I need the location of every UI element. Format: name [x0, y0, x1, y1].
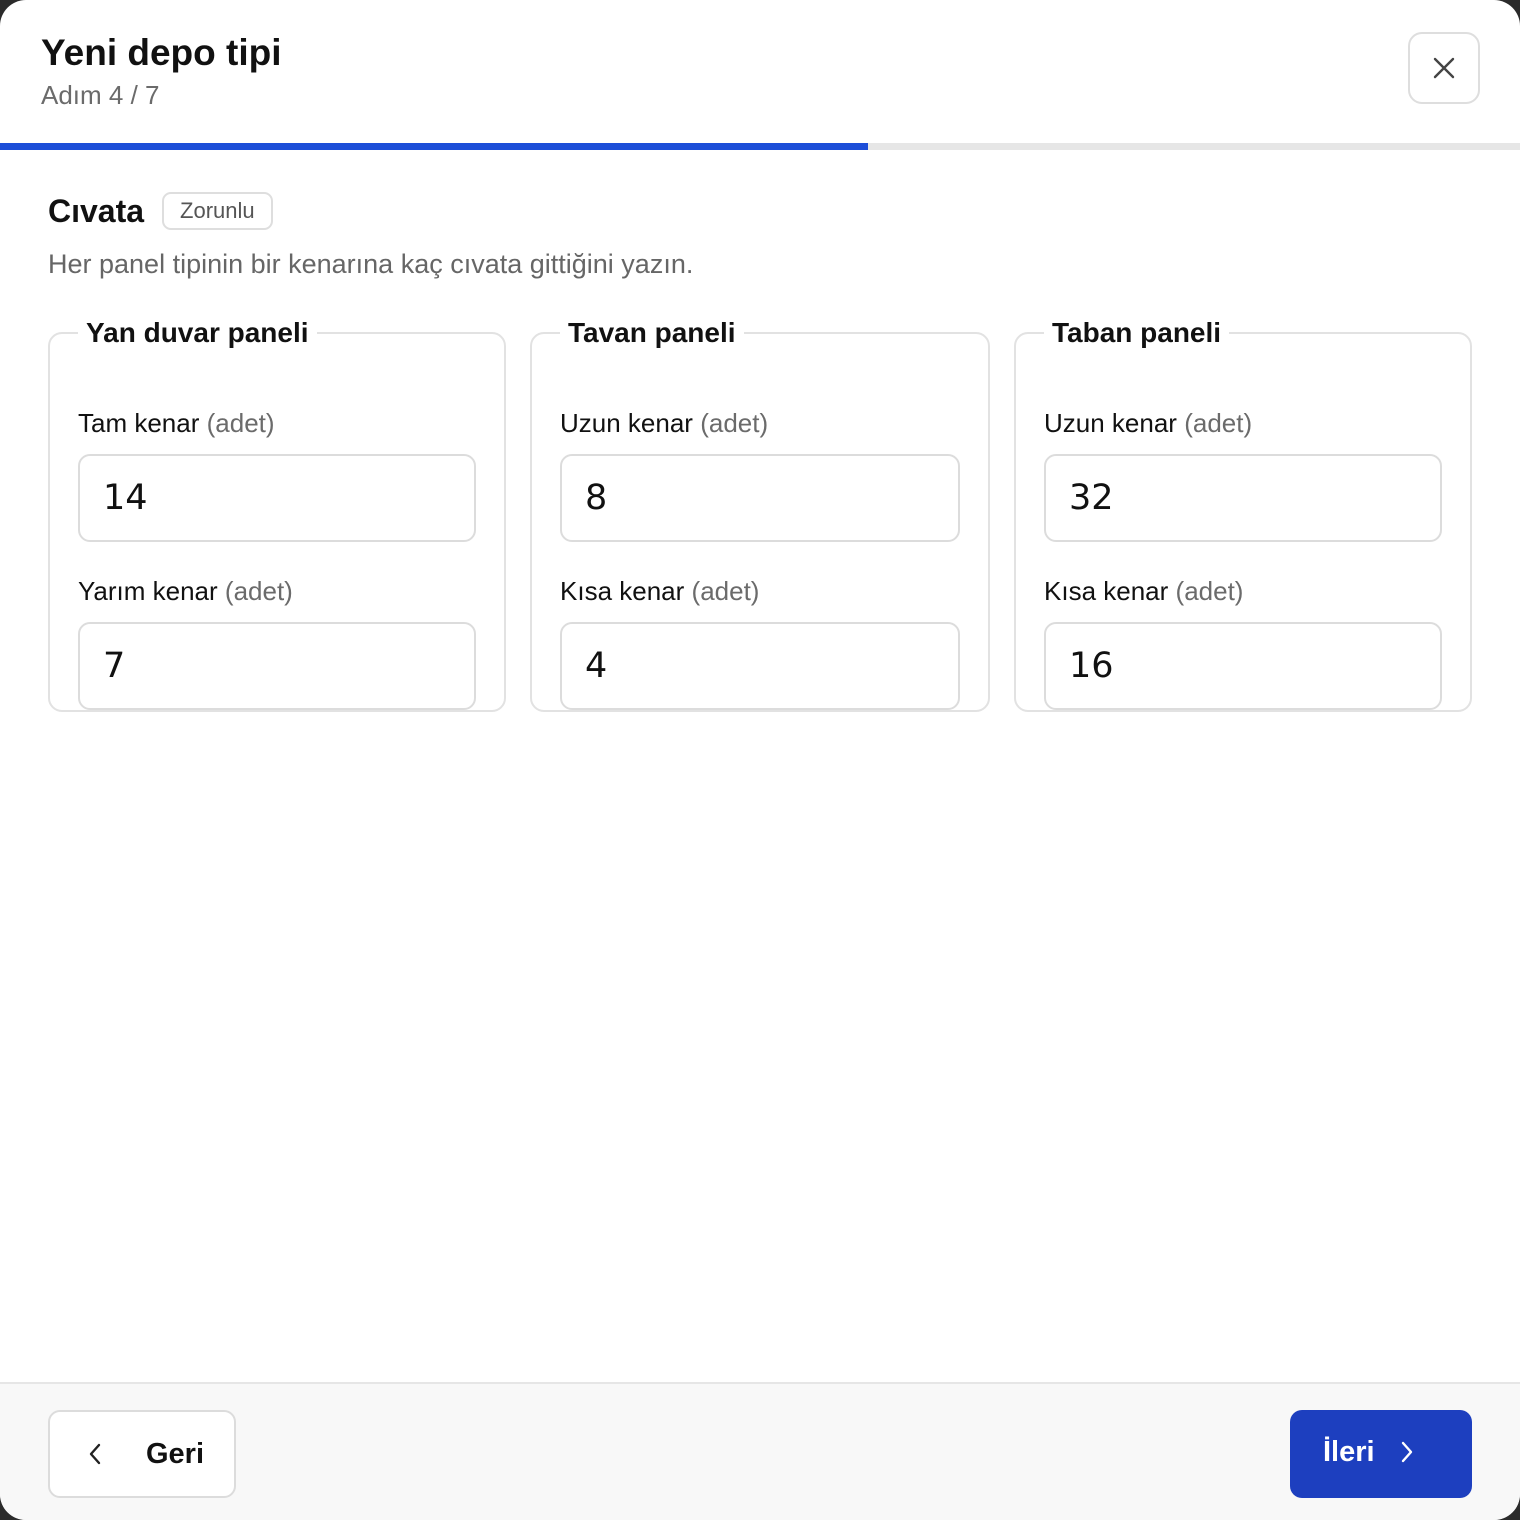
panel-group-floor: Taban paneli Uzun kenar (adet) Kısa kena… — [1014, 316, 1472, 712]
field-label-text: Uzun kenar — [1044, 408, 1177, 438]
close-button[interactable] — [1408, 32, 1480, 104]
required-badge: Zorunlu — [162, 192, 273, 230]
long-edge-input[interactable] — [560, 454, 960, 542]
field-label-text: Kısa kenar — [1044, 576, 1169, 606]
dialog-header: Yeni depo tipi Adım 4 / 7 — [0, 0, 1520, 143]
panel-group-ceiling: Tavan paneli Uzun kenar (adet) Kısa kena… — [530, 316, 990, 712]
section-title: Cıvata — [48, 192, 145, 229]
field-label: Kısa kenar (adet) — [1044, 576, 1243, 607]
chevron-left-icon — [89, 1443, 101, 1465]
panel-legend: Yan duvar paneli — [86, 317, 309, 348]
next-button-label: İleri — [1323, 1436, 1375, 1468]
half-edge-input[interactable] — [78, 622, 476, 710]
field-unit: (adet) — [206, 408, 275, 438]
close-icon — [1433, 57, 1455, 79]
section-header: Cıvata Zorunlu — [48, 192, 273, 230]
field-label: Tam kenar (adet) — [78, 408, 275, 439]
section-hint: Her panel tipinin bir kenarına kaç cıvat… — [48, 249, 694, 279]
short-edge-input[interactable] — [560, 622, 960, 710]
field-label: Yarım kenar (adet) — [78, 576, 293, 607]
wizard-dialog: Yeni depo tipi Adım 4 / 7 Cıvata Zorunlu… — [0, 0, 1520, 1520]
field-label-text: Kısa kenar — [560, 576, 685, 606]
dialog-title: Yeni depo tipi — [41, 32, 282, 73]
next-button[interactable]: İleri — [1290, 1410, 1472, 1498]
field-unit: (adet) — [1175, 576, 1244, 606]
field-unit: (adet) — [1184, 408, 1253, 438]
field-label-text: Yarım kenar — [78, 576, 218, 606]
panel-group-side-wall: Yan duvar paneli Tam kenar (adet) Yarım … — [48, 316, 506, 712]
back-button-label: Geri — [146, 1438, 205, 1470]
field-label: Kısa kenar (adet) — [560, 576, 759, 607]
progress-bar-fill — [0, 143, 868, 150]
step-indicator: Adım 4 / 7 — [41, 80, 160, 110]
panel-legend: Taban paneli — [1052, 317, 1222, 348]
short-edge-input[interactable] — [1044, 622, 1442, 710]
field-label: Uzun kenar (adet) — [560, 408, 768, 439]
field-unit: (adet) — [700, 408, 769, 438]
field-label-text: Uzun kenar — [560, 408, 693, 438]
field-unit: (adet) — [224, 576, 293, 606]
full-edge-input[interactable] — [78, 454, 476, 542]
field-label-text: Tam kenar — [78, 408, 200, 438]
back-button[interactable]: Geri — [48, 1410, 236, 1498]
panel-legend: Tavan paneli — [568, 317, 736, 348]
chevron-right-icon — [1401, 1441, 1413, 1463]
progress-bar — [0, 143, 1520, 150]
field-label: Uzun kenar (adet) — [1044, 408, 1252, 439]
field-unit: (adet) — [691, 576, 760, 606]
dialog-footer: Geri İleri — [0, 1382, 1520, 1520]
long-edge-input[interactable] — [1044, 454, 1442, 542]
